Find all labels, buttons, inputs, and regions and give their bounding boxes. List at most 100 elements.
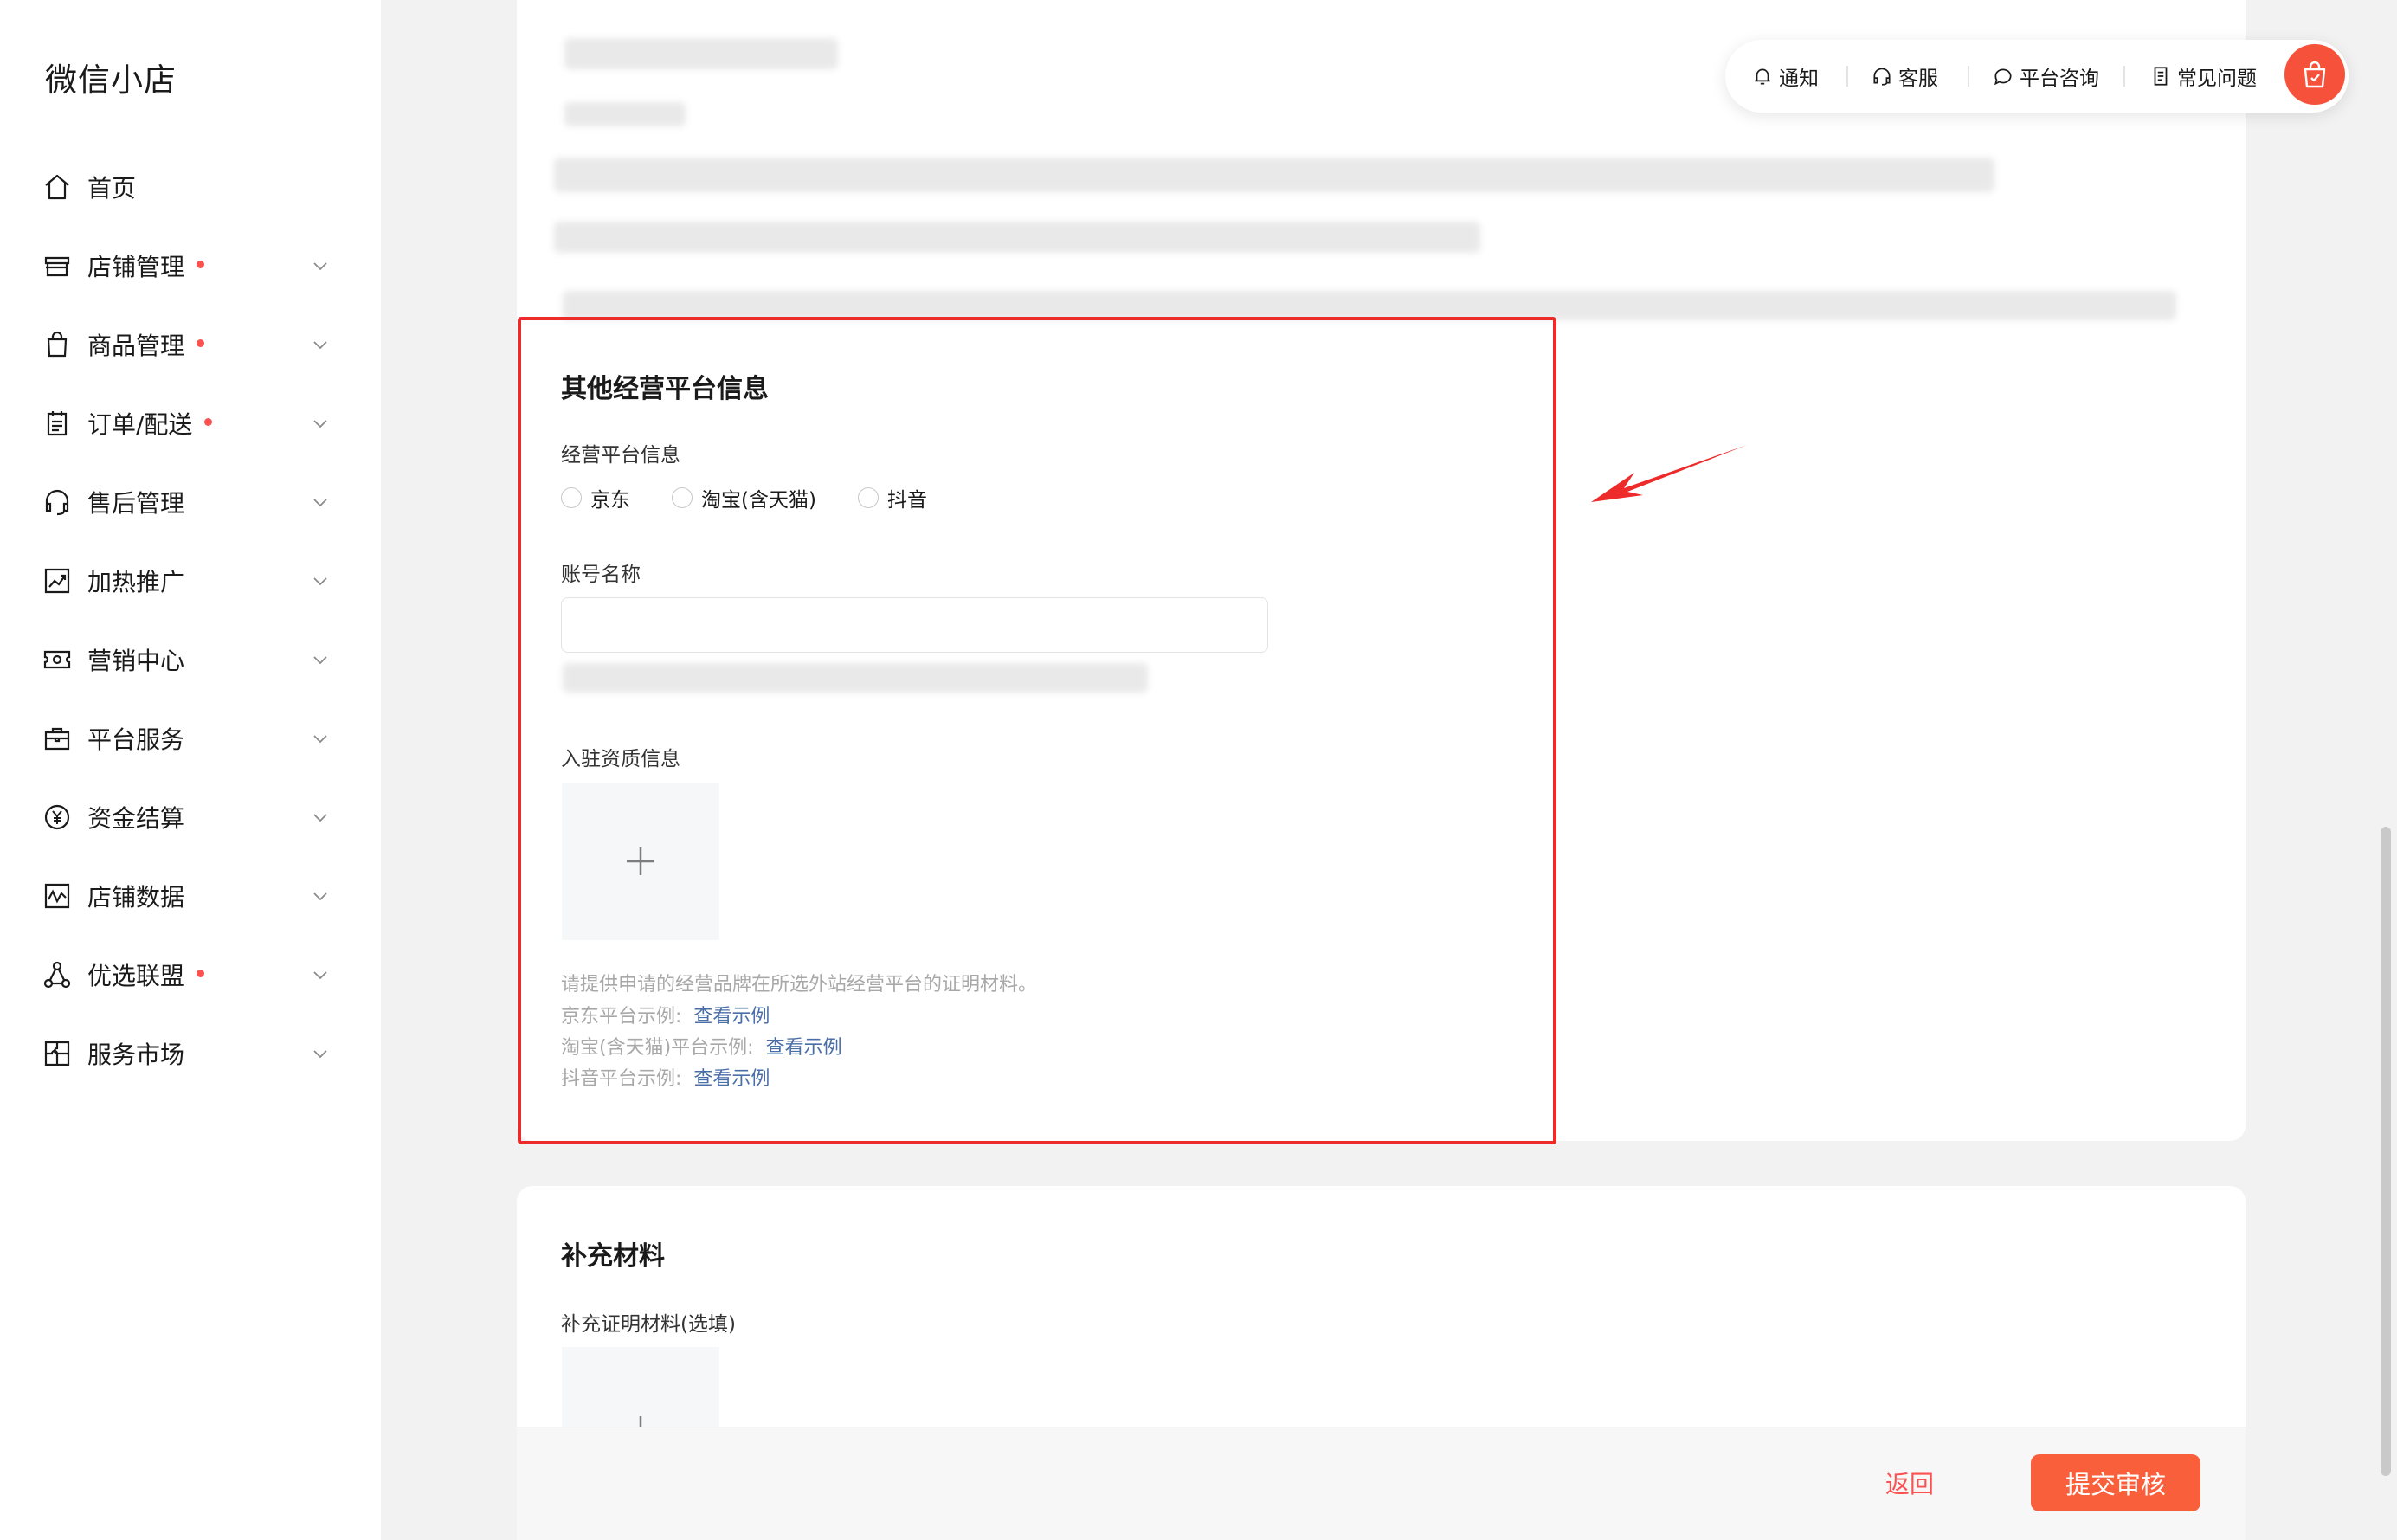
chevron-down-icon[interactable] bbox=[309, 333, 332, 356]
plus-icon bbox=[639, 1416, 642, 1427]
radio-douyin[interactable]: 抖音 bbox=[857, 483, 927, 512]
network-icon bbox=[42, 959, 73, 990]
section-title-supplement: 补充材料 bbox=[561, 1241, 665, 1272]
sidebar-item[interactable]: 售后管理 bbox=[0, 462, 381, 541]
notification-dot bbox=[204, 418, 213, 426]
faq-label: 常见问题 bbox=[2177, 68, 2257, 90]
radio-circle[interactable] bbox=[672, 487, 693, 508]
platform-consult-button[interactable]: 平台咨询 bbox=[1992, 61, 2099, 91]
radio-jd[interactable]: 京东 bbox=[561, 483, 630, 512]
radio-label: 抖音 bbox=[886, 489, 927, 512]
app-title: 微信小店 bbox=[45, 61, 177, 99]
sidebar-item-text: 加热推广 bbox=[87, 567, 185, 596]
back-button[interactable]: 返回 bbox=[1885, 1466, 1934, 1500]
store-icon bbox=[42, 250, 73, 281]
sidebar-item-text: 平台服务 bbox=[87, 725, 185, 754]
sidebar-item-label: 服务市场 bbox=[87, 1036, 184, 1071]
notification-dot bbox=[197, 261, 205, 268]
blurred-text bbox=[564, 38, 838, 69]
supplement-label: 补充证明材料(选填) bbox=[561, 1313, 736, 1336]
chevron-down-icon[interactable] bbox=[309, 570, 332, 592]
chevron-down-icon[interactable] bbox=[309, 806, 332, 828]
consult-label: 平台咨询 bbox=[2020, 68, 2099, 90]
chevron-down-icon[interactable] bbox=[309, 412, 332, 435]
toolbar-divider bbox=[1846, 66, 1848, 87]
notify-button[interactable]: 通知 bbox=[1751, 61, 1819, 91]
shopping-bag-icon bbox=[42, 329, 73, 360]
sidebar-item-label: 平台服务 bbox=[87, 721, 184, 756]
sidebar-item[interactable]: 店铺管理 bbox=[0, 226, 381, 305]
home-icon bbox=[42, 171, 73, 203]
blurred-text bbox=[564, 102, 686, 126]
blurred-text bbox=[554, 222, 1480, 253]
yuan-coin-icon bbox=[42, 802, 73, 833]
notify-label: 通知 bbox=[1779, 68, 1819, 90]
radio-circle[interactable] bbox=[857, 487, 879, 508]
footer-bar bbox=[517, 1427, 2246, 1540]
radio-circle[interactable] bbox=[561, 487, 582, 508]
qualification-upload-button[interactable] bbox=[562, 783, 719, 940]
trend-chart-icon bbox=[42, 565, 73, 596]
account-name-label: 账号名称 bbox=[561, 564, 641, 586]
sidebar-item-label: 售后管理 bbox=[87, 485, 184, 519]
sidebar-item-label: 优选联盟 bbox=[87, 957, 205, 992]
supplement-upload-button[interactable] bbox=[562, 1347, 719, 1427]
view-example-link-taobao[interactable]: 查看示例 bbox=[766, 1037, 842, 1059]
customer-service-button[interactable]: 客服 bbox=[1871, 61, 1938, 91]
sidebar-item[interactable]: 营销中心 bbox=[0, 620, 381, 699]
toolbar-divider bbox=[1968, 66, 1969, 87]
radio-taobao[interactable]: 淘宝(含天猫) bbox=[672, 483, 816, 512]
sidebar-item-text: 商品管理 bbox=[87, 331, 185, 360]
briefcase-icon bbox=[42, 723, 73, 754]
section-title-other-platform: 其他经营平台信息 bbox=[561, 374, 769, 404]
chevron-down-icon[interactable] bbox=[309, 885, 332, 907]
sidebar-item[interactable]: 商品管理 bbox=[0, 305, 381, 383]
chevron-down-icon[interactable] bbox=[309, 727, 332, 750]
sidebar-item[interactable]: 店铺数据 bbox=[0, 856, 381, 935]
sidebar-item-label: 加热推广 bbox=[87, 564, 184, 598]
sidebar-item-label: 营销中心 bbox=[87, 642, 184, 677]
submit-review-button[interactable]: 提交审核 bbox=[2031, 1454, 2200, 1511]
sidebar-item-text: 营销中心 bbox=[87, 646, 185, 675]
blurred-text bbox=[563, 291, 2176, 320]
view-example-link-jd[interactable]: 查看示例 bbox=[693, 1006, 770, 1028]
data-chart-icon bbox=[42, 880, 73, 912]
chevron-down-icon[interactable] bbox=[309, 648, 332, 671]
sidebar-item[interactable]: 优选联盟 bbox=[0, 935, 381, 1014]
puzzle-icon bbox=[42, 1038, 73, 1069]
scrollbar-thumb[interactable] bbox=[2381, 827, 2391, 1476]
sidebar-item[interactable]: 首页 bbox=[0, 147, 381, 226]
chevron-down-icon[interactable] bbox=[309, 963, 332, 986]
platform-label: 经营平台信息 bbox=[561, 444, 680, 467]
sidebar-item[interactable]: 资金结算 bbox=[0, 777, 381, 856]
example-label: 京东平台示例: bbox=[561, 1006, 682, 1028]
sidebar-nav: 首页店铺管理商品管理订单/配送售后管理加热推广营销中心平台服务资金结算店铺数据优… bbox=[0, 147, 381, 1092]
chevron-down-icon[interactable] bbox=[309, 1042, 332, 1065]
faq-button[interactable]: 常见问题 bbox=[2149, 61, 2257, 91]
chat-bubble-icon bbox=[1994, 68, 2012, 86]
order-clipboard-icon bbox=[42, 408, 73, 439]
service-label: 客服 bbox=[1898, 68, 1938, 90]
sidebar-item[interactable]: 订单/配送 bbox=[0, 383, 381, 462]
view-example-link-douyin[interactable]: 查看示例 bbox=[693, 1068, 770, 1090]
annotation-arrow-icon bbox=[1591, 445, 1747, 502]
sidebar-item-label: 资金结算 bbox=[87, 800, 184, 834]
sidebar: 微信小店 首页店铺管理商品管理订单/配送售后管理加热推广营销中心平台服务资金结算… bbox=[0, 0, 381, 1540]
sidebar-item-label: 店铺数据 bbox=[87, 879, 184, 913]
shop-bag-button[interactable] bbox=[2284, 44, 2345, 105]
sidebar-item-text: 服务市场 bbox=[87, 1040, 185, 1069]
chevron-down-icon[interactable] bbox=[309, 491, 332, 513]
blurred-text bbox=[563, 663, 1148, 693]
example-label: 抖音平台示例: bbox=[561, 1068, 682, 1090]
qualification-label: 入驻资质信息 bbox=[561, 748, 680, 770]
notification-dot bbox=[197, 339, 205, 347]
sidebar-item[interactable]: 平台服务 bbox=[0, 699, 381, 777]
account-name-input[interactable] bbox=[561, 597, 1268, 653]
sidebar-item[interactable]: 加热推广 bbox=[0, 541, 381, 620]
example-row-jd: 京东平台示例: 查看示例 bbox=[561, 1001, 770, 1028]
chevron-down-icon[interactable] bbox=[309, 255, 332, 277]
sidebar-item-text: 首页 bbox=[87, 173, 137, 203]
platform-radio-group: 京东 淘宝(含天猫) 抖音 bbox=[561, 483, 969, 512]
sidebar-item-label: 商品管理 bbox=[87, 327, 205, 362]
sidebar-item[interactable]: 服务市场 bbox=[0, 1014, 381, 1092]
